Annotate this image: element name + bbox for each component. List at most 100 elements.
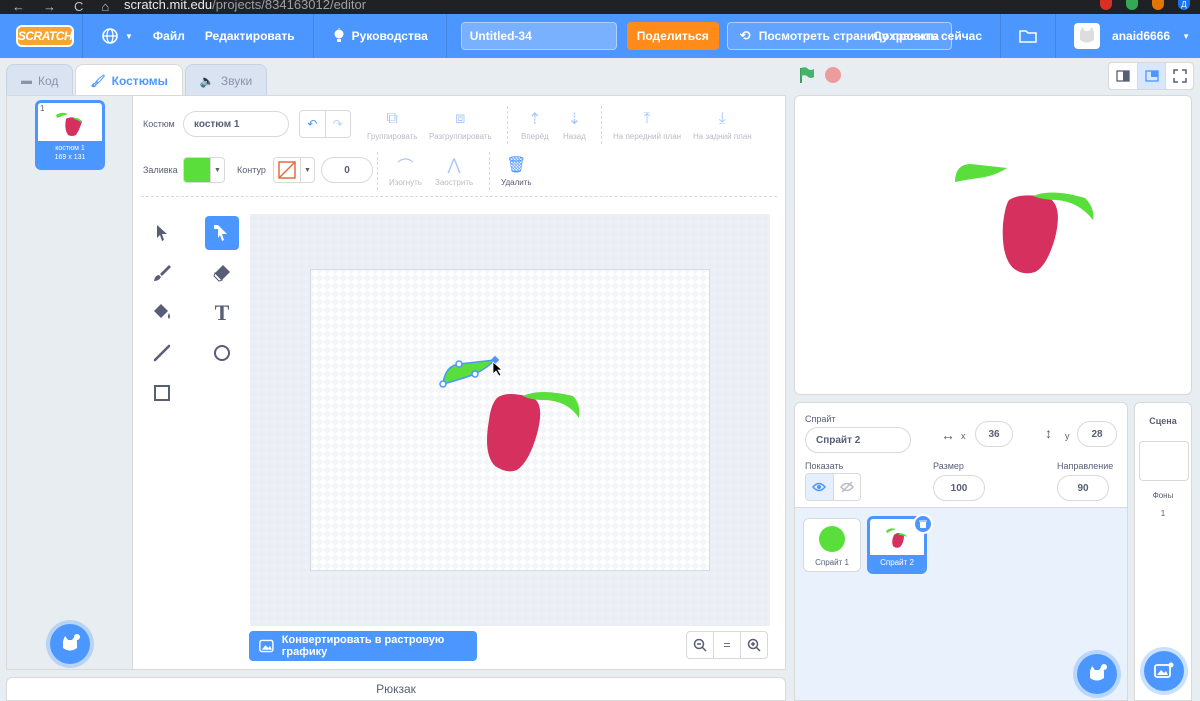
back-icon[interactable]: ← — [12, 0, 25, 14]
small-stage-icon — [1116, 70, 1130, 82]
rectangle-tool[interactable] — [145, 376, 179, 410]
my-stuff-button[interactable] — [1009, 14, 1047, 58]
sprite-list: Спрайт 1 Спрайт 2 — [794, 508, 1128, 701]
tab-costumes[interactable]: 🖌 Костюмы — [75, 64, 183, 96]
redo-button[interactable]: ↷ — [324, 111, 351, 137]
line-tool[interactable] — [145, 336, 179, 370]
normal-stage-button[interactable] — [1137, 63, 1165, 89]
extension-icon[interactable] — [1100, 0, 1112, 10]
costume-drawing[interactable] — [311, 270, 711, 572]
toolbar-divider — [377, 152, 378, 190]
scratch-logo[interactable]: SCRATCH — [16, 25, 74, 47]
paint-canvas-area[interactable] — [250, 214, 770, 626]
tab-code-label: Код — [38, 73, 59, 88]
hide-sprite-button[interactable] — [832, 474, 861, 500]
show-sprite-button[interactable] — [806, 474, 833, 500]
convert-bitmap-button[interactable]: Конвертировать в растровую графику — [249, 631, 477, 661]
circle-tool[interactable] — [205, 336, 239, 370]
fullscreen-button[interactable] — [1165, 63, 1193, 89]
ungroup-button[interactable]: ⧈ Разгруппировать — [429, 110, 492, 141]
group-button[interactable]: ⧉ Группировать — [367, 110, 418, 141]
size-input[interactable]: 100 — [933, 475, 985, 501]
forward-button[interactable]: ⇡ Вперёд — [521, 110, 549, 141]
zoom-in-icon — [747, 638, 761, 652]
share-button[interactable]: Поделиться — [626, 22, 719, 50]
zoom-reset-button[interactable]: = — [713, 632, 740, 658]
address-bar[interactable]: scratch.mit.edu/projects/834163012/edito… — [124, 0, 366, 14]
folder-icon — [1019, 30, 1037, 43]
eye-icon — [812, 482, 827, 492]
fill-tool[interactable] — [145, 296, 179, 330]
edit-menu[interactable]: Редактировать — [195, 14, 305, 58]
backward-button[interactable]: ⇣ Назад — [563, 110, 586, 141]
cat-plus-icon — [1090, 664, 1107, 681]
sprite-thumbnail — [819, 526, 845, 552]
text-tool[interactable]: T — [205, 296, 239, 330]
select-tool[interactable] — [145, 216, 179, 250]
direction-input[interactable]: 90 — [1057, 475, 1109, 501]
y-input[interactable]: 28 — [1077, 421, 1117, 447]
arrow-down-icon: ⇣ — [567, 111, 582, 128]
eye-off-icon — [839, 481, 854, 493]
tab-code[interactable]: ▬ Код — [6, 64, 74, 96]
stage[interactable] — [794, 95, 1192, 395]
menu-divider — [1000, 14, 1002, 58]
circle-icon — [214, 345, 230, 361]
extension-icon[interactable] — [1126, 0, 1138, 10]
undo-button[interactable]: ↶ — [300, 111, 325, 137]
pointed-button[interactable]: ⋀ Заострить — [435, 156, 473, 187]
cat-icon — [1080, 27, 1095, 43]
front-button[interactable]: ⤒ На передний план — [613, 110, 681, 141]
home-icon[interactable]: ⌂ — [101, 0, 109, 14]
sprite-tile[interactable]: Спрайт 1 — [803, 518, 861, 572]
cat-plus-icon — [63, 634, 80, 651]
outline-width-input[interactable]: 0 — [321, 157, 373, 183]
profile-avatar[interactable]: Д — [1178, 0, 1190, 10]
project-title-input[interactable]: Untitled-34 — [460, 22, 617, 50]
reshape-tool[interactable] — [205, 216, 239, 250]
brush-tool[interactable] — [145, 256, 179, 290]
tab-sounds[interactable]: 🔈 Звуки — [184, 64, 268, 96]
x-input[interactable]: 36 — [975, 421, 1013, 447]
toolbar-divider — [601, 106, 602, 144]
backdrops-count: 1 — [1160, 509, 1166, 518]
save-now-button[interactable]: Сохранить сейчас — [863, 14, 992, 58]
delete-button[interactable]: 🗑 Удалить — [501, 156, 532, 187]
visibility-toggle — [805, 473, 861, 501]
choose-backdrop-button[interactable] — [1144, 651, 1184, 691]
zoom-in-button[interactable] — [740, 632, 767, 658]
choose-sprite-button[interactable] — [1077, 654, 1117, 694]
costume-name-input[interactable]: костюм 1 — [183, 111, 289, 137]
forward-icon[interactable]: → — [43, 0, 56, 14]
artboard[interactable] — [310, 269, 710, 571]
costume-item[interactable]: 1 костюм 1 169 x 131 — [35, 100, 105, 170]
zoom-out-button[interactable] — [687, 632, 713, 658]
outline-color-picker[interactable]: ▼ — [273, 157, 315, 183]
menu-divider — [1055, 14, 1057, 58]
stop-icon[interactable] — [825, 67, 841, 83]
group-icon: ⧉ — [386, 110, 398, 127]
eraser-icon — [213, 265, 230, 282]
backpack[interactable]: Рюкзак — [6, 677, 786, 701]
size-label: Размер — [933, 461, 964, 471]
tutorials-button[interactable]: Руководства — [322, 14, 438, 58]
back-button[interactable]: ⤓ На задний план — [693, 110, 752, 141]
green-flag-icon[interactable] — [798, 66, 816, 84]
delete-sprite-button[interactable] — [913, 514, 933, 534]
account-menu[interactable]: anaid6666 ▼ — [1064, 14, 1200, 58]
file-menu[interactable]: Файл — [143, 14, 195, 58]
curved-button[interactable]: ⌒ Изогнуть — [389, 156, 422, 187]
sprite-name-input[interactable]: Спрайт 2 — [805, 427, 911, 453]
costume-size: 169 x 131 — [54, 154, 86, 161]
url-host: scratch.mit.edu — [124, 0, 213, 12]
language-menu[interactable]: ▼ — [91, 14, 143, 58]
reload-icon[interactable]: C — [74, 0, 83, 14]
choose-costume-button[interactable] — [50, 624, 90, 664]
group-label: Группировать — [367, 132, 418, 141]
small-stage-button[interactable] — [1109, 63, 1137, 89]
stage-thumbnail[interactable] — [1139, 441, 1189, 481]
eraser-tool[interactable] — [205, 256, 239, 290]
extension-icon[interactable] — [1152, 0, 1164, 10]
fill-color-picker[interactable]: ▼ — [183, 157, 225, 183]
no-color-icon — [278, 161, 296, 179]
